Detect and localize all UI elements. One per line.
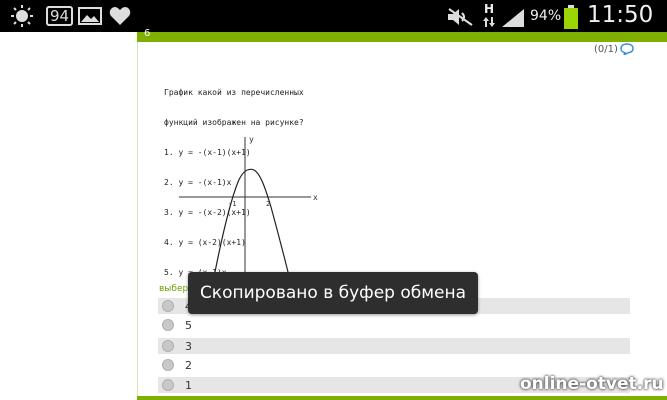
gallery-icon [78,7,102,25]
radio-button[interactable] [162,319,174,331]
tick-label-minus-one: -1 [228,200,236,208]
x-axis-label: x [313,193,318,202]
comment-bubble-icon[interactable] [620,43,634,55]
question-header-bar [137,32,667,42]
answer-option[interactable]: 2 [158,357,630,373]
question-text-line: График какой из перечисленных [164,88,304,97]
status-bar: 94 H 94% 11:50 [0,0,667,32]
question-score: (0/1) [594,44,618,55]
battery-icon [564,5,578,29]
radio-button[interactable] [162,379,174,391]
battery-percent: 94% [530,8,562,24]
copied-toast: Скопировано в буфер обмена [188,272,478,314]
toast-message: Скопировано в буфер обмена [199,283,467,303]
content-divider [137,42,138,400]
question-number: 6 [144,28,151,39]
radio-button[interactable] [162,300,174,312]
question-text-line: функций изображен на рисунке? [164,118,304,127]
y-axis-label: y [249,135,254,144]
answer-option-label: 5 [185,318,192,332]
heart-icon [109,7,131,25]
radio-button[interactable] [162,359,174,371]
answer-option[interactable]: 3 [158,338,630,354]
battery-counter-icon: 94 [46,6,74,26]
data-arrows-icon [483,17,495,27]
parabola-graph: y x -1 2 [179,135,318,272]
signal-strength-icon [502,9,524,27]
mute-icon [448,8,473,26]
parabola-curve [214,168,289,272]
watermark: online-otvet.ru [520,374,664,394]
answer-option-label: 2 [185,358,192,372]
network-type-label: H [484,2,495,16]
radio-button[interactable] [162,340,174,352]
brightness-icon [11,5,33,27]
answer-option-label: 3 [185,339,192,353]
answer-option-label: 1 [185,378,192,392]
status-clock: 11:50 [587,2,654,28]
answer-option[interactable]: 5 [158,317,630,333]
next-question-header-bar [137,396,667,400]
